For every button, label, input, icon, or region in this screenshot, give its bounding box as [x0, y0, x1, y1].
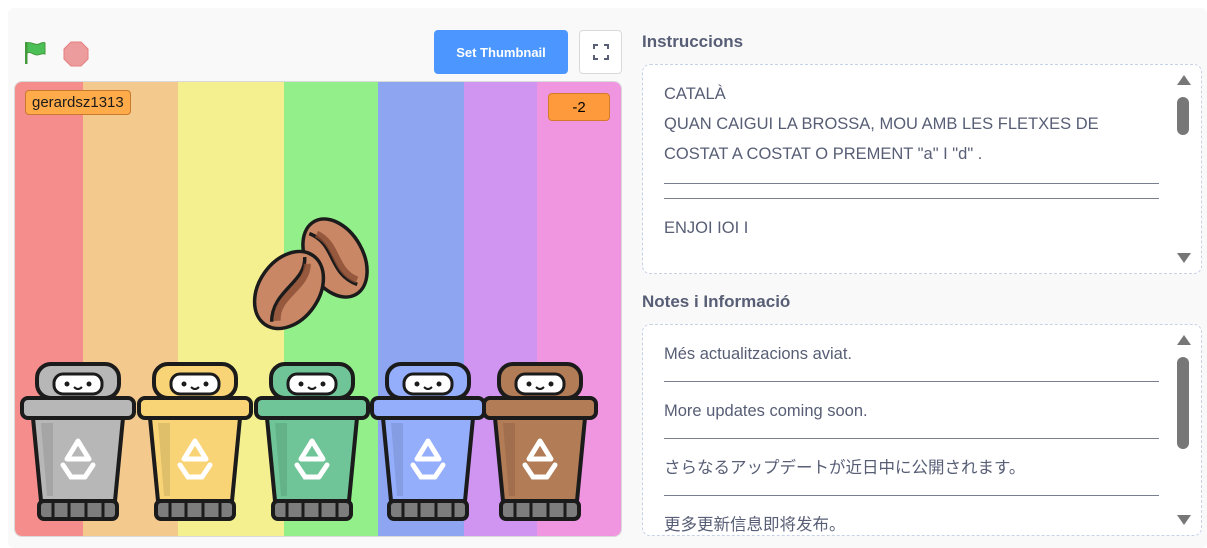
- instructions-line: CATALÀ: [664, 85, 726, 103]
- coffee-beans-sprite: [252, 217, 369, 331]
- username-monitor: gerardsz1313: [25, 90, 131, 115]
- recycling-bin: [482, 362, 598, 521]
- scrollbar-thumb[interactable]: [1177, 97, 1189, 135]
- instructions-heading: Instruccions: [642, 32, 744, 51]
- recycling-bin: [254, 362, 370, 521]
- stop-icon[interactable]: [63, 41, 89, 67]
- divider: [664, 198, 1159, 199]
- green-flag-icon[interactable]: [22, 40, 48, 66]
- score-monitor: -2: [548, 93, 610, 121]
- game-stage[interactable]: gerardsz1313 -2: [14, 81, 622, 537]
- scrollbar-thumb[interactable]: [1177, 357, 1189, 449]
- notes-box[interactable]: Més actualitzacions aviat. More updates …: [642, 324, 1202, 536]
- notes-line: さらなるアップデートが近日中に公開されます。: [664, 459, 1026, 477]
- notes-line: Més actualitzacions aviat.: [664, 345, 853, 363]
- scroll-down-arrow[interactable]: [1177, 515, 1191, 525]
- recycling-bin: [370, 362, 486, 521]
- divider: [664, 495, 1159, 496]
- divider: [664, 438, 1159, 439]
- recycling-bin: [137, 362, 253, 521]
- scroll-up-arrow[interactable]: [1177, 335, 1191, 345]
- notes-heading: Notes i Informació: [642, 292, 791, 311]
- recycling-bin: [20, 362, 136, 521]
- notes-line: 更多更新信息即将发布。: [664, 516, 846, 534]
- divider: [664, 183, 1159, 184]
- fullscreen-icon: [592, 44, 609, 60]
- instructions-line: QUAN CAIGUI LA BROSSA, MOU AMB LES FLETX…: [664, 115, 1099, 163]
- scroll-up-arrow[interactable]: [1177, 75, 1191, 85]
- divider: [664, 381, 1159, 382]
- fullscreen-button[interactable]: [579, 30, 622, 74]
- notes-line: More updates coming soon.: [664, 402, 868, 420]
- scroll-down-arrow[interactable]: [1177, 253, 1191, 263]
- instructions-text: CATALÀ QUAN CAIGUI LA BROSSA, MOU AMB LE…: [664, 79, 1159, 243]
- player-controls: Set Thumbnail: [10, 30, 622, 76]
- instructions-box[interactable]: CATALÀ QUAN CAIGUI LA BROSSA, MOU AMB LE…: [642, 64, 1202, 274]
- instructions-line: ENJOI IOI I: [664, 219, 749, 237]
- set-thumbnail-button[interactable]: Set Thumbnail: [434, 30, 568, 74]
- notes-text: Més actualitzacions aviat. More updates …: [664, 339, 1159, 535]
